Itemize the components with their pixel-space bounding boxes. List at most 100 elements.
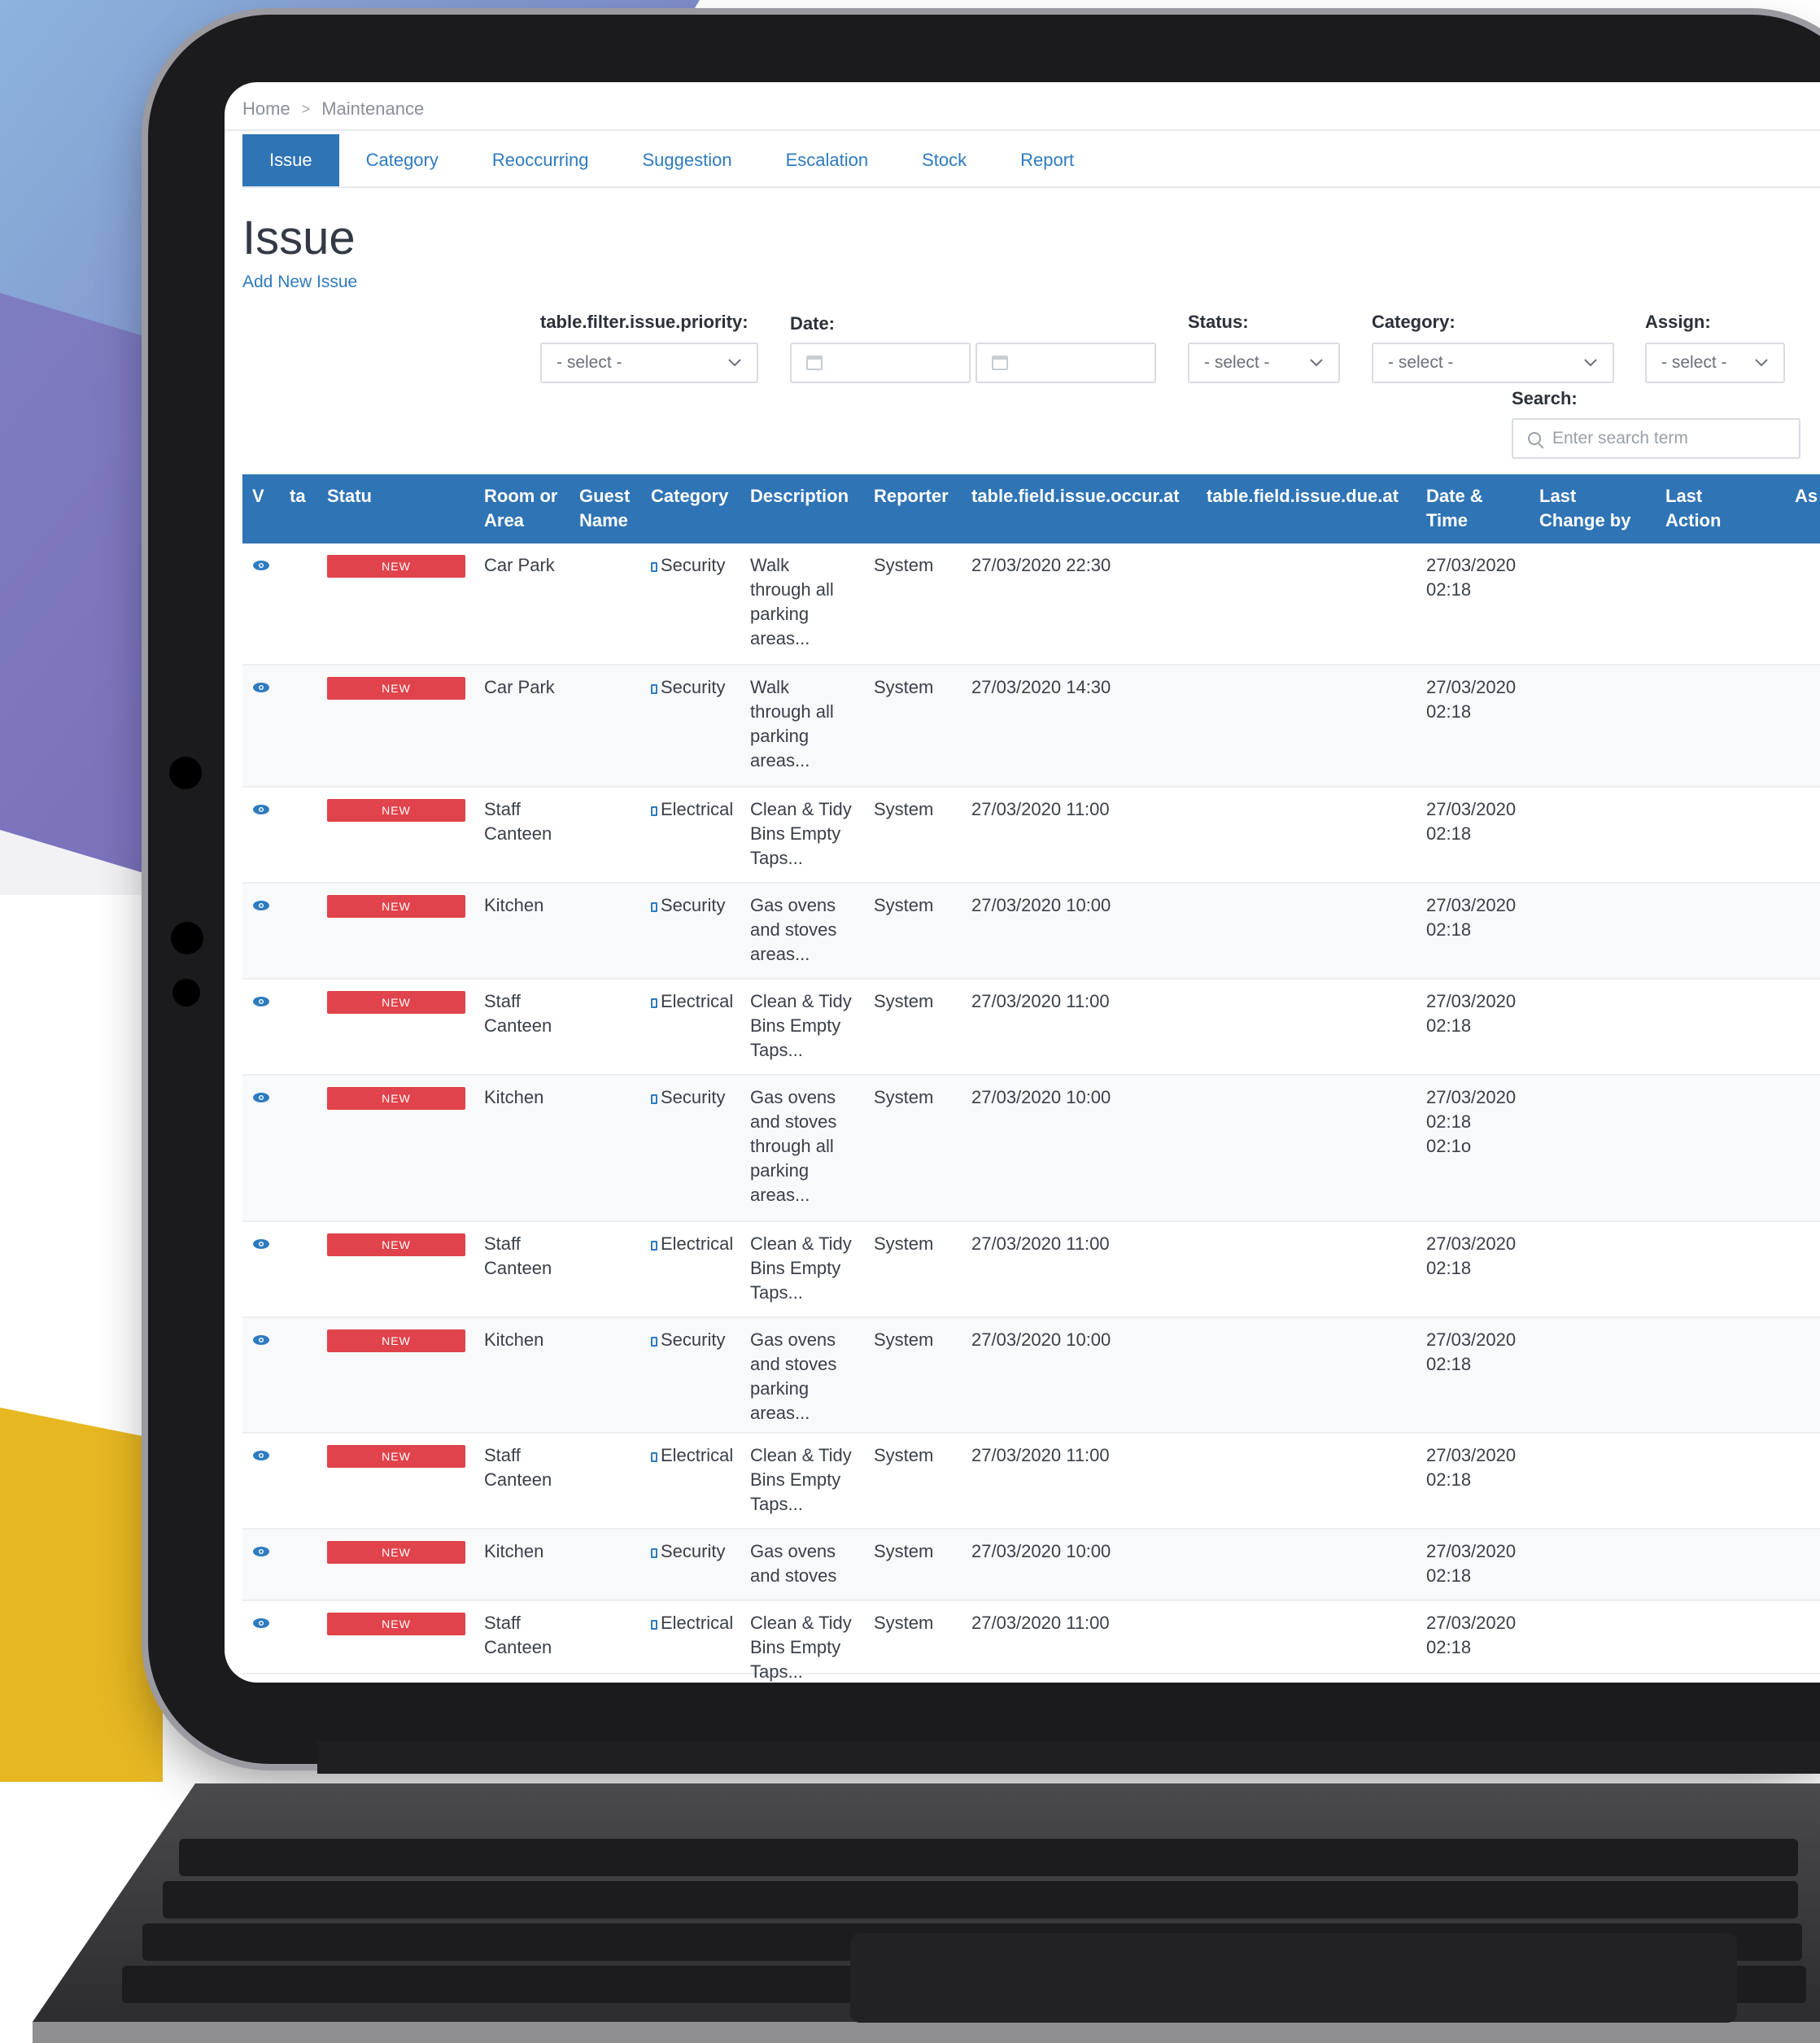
header-room[interactable]: Room or Area bbox=[484, 484, 557, 533]
header-last-action[interactable]: Last Action bbox=[1665, 484, 1721, 533]
table-row[interactable]: NEW Car Park Security Walk through all park… bbox=[242, 543, 1820, 666]
reporter-cell: System bbox=[874, 1233, 934, 1254]
status-badge: NEW bbox=[327, 555, 465, 578]
description-cell: Clean & Tidy Bins Empty Taps... bbox=[750, 799, 852, 868]
eye-icon[interactable] bbox=[252, 1238, 270, 1250]
header-assign[interactable]: As bbox=[1795, 484, 1818, 509]
category-cell: Security bbox=[651, 893, 742, 918]
reporter-cell: System bbox=[874, 895, 934, 915]
search-icon bbox=[1528, 432, 1541, 445]
datetime-cell: 27/03/2020 02:18 02:1o bbox=[1426, 1087, 1517, 1156]
category-cell: Security bbox=[651, 1539, 742, 1564]
eye-icon[interactable] bbox=[252, 1546, 270, 1557]
table-row[interactable]: NEW Kitchen Security Gas ovens and stoves Sy… bbox=[242, 1530, 1820, 1601]
category-icon bbox=[651, 806, 657, 816]
header-occur-at[interactable]: table.field.issue.occur.at bbox=[971, 484, 1180, 509]
room-cell: Staff Canteen bbox=[484, 991, 552, 1036]
table-row[interactable]: NEW Kitchen Security Gas ovens and stoves a… bbox=[242, 884, 1820, 980]
reporter-cell: System bbox=[874, 1613, 934, 1633]
camera-dot bbox=[169, 757, 202, 789]
header-reporter[interactable]: Reporter bbox=[874, 484, 949, 509]
category-icon bbox=[651, 998, 657, 1008]
eye-icon[interactable] bbox=[252, 996, 270, 1007]
eye-icon[interactable] bbox=[252, 682, 270, 693]
table-row[interactable]: NEW Staff Canteen Electrical Clean & Tidy B… bbox=[242, 788, 1820, 884]
category-icon bbox=[651, 1337, 657, 1347]
header-datetime[interactable]: Date & Time bbox=[1426, 484, 1483, 533]
tab-reoccurring[interactable]: Reoccurring bbox=[465, 134, 616, 186]
priority-select[interactable]: - select - bbox=[540, 343, 758, 383]
chevron-down-icon bbox=[1310, 359, 1323, 367]
occur-at-cell: 27/03/2020 10:00 bbox=[971, 1329, 1111, 1350]
table-row[interactable]: NEW Staff Canteen Electrical Clean & Tidy B… bbox=[242, 1222, 1820, 1318]
reporter-cell: System bbox=[874, 991, 934, 1011]
chevron-down-icon bbox=[1755, 359, 1768, 367]
table-row[interactable]: NEW Kitchen Security Gas ovens and stoves t… bbox=[242, 1076, 1820, 1222]
description-cell: Gas ovens and stoves bbox=[750, 1541, 837, 1586]
keyboard-graphic bbox=[33, 1741, 1820, 2043]
header-category[interactable]: Category bbox=[651, 484, 728, 509]
header-v[interactable]: V bbox=[252, 484, 264, 509]
priority-filter-label: table.filter.issue.priority: bbox=[540, 312, 749, 332]
breadcrumb-home[interactable]: Home bbox=[242, 98, 290, 120]
eye-icon[interactable] bbox=[252, 1450, 270, 1461]
header-last-change[interactable]: Last Change by bbox=[1539, 484, 1630, 533]
room-cell: Staff Canteen bbox=[484, 1613, 552, 1657]
search-label: Search: bbox=[1512, 388, 1578, 408]
room-cell: Kitchen bbox=[484, 1329, 544, 1350]
datetime-cell: 27/03/2020 02:18 bbox=[1426, 1445, 1517, 1490]
date-to-input[interactable] bbox=[975, 343, 1156, 383]
eye-icon[interactable] bbox=[252, 900, 270, 911]
assign-select[interactable]: - select - bbox=[1645, 343, 1785, 383]
tab-category[interactable]: Category bbox=[339, 134, 465, 186]
tab-issue[interactable]: Issue bbox=[242, 134, 339, 186]
category-cell: Electrical bbox=[651, 797, 742, 822]
reporter-cell: System bbox=[874, 555, 934, 575]
header-ta[interactable]: ta bbox=[290, 484, 306, 509]
category-label: Electrical bbox=[661, 1445, 734, 1465]
category-label: Security bbox=[661, 1541, 726, 1561]
header-guest[interactable]: Guest Name bbox=[579, 484, 630, 533]
description-cell: Gas ovens and stoves through all parking… bbox=[750, 1087, 837, 1205]
header-description[interactable]: Description bbox=[750, 484, 849, 509]
header-divider bbox=[225, 129, 1820, 131]
tab-report[interactable]: Report bbox=[993, 134, 1101, 186]
category-select[interactable]: - select - bbox=[1372, 343, 1614, 383]
table-row[interactable]: NEW Car Park Security Walk through all park… bbox=[242, 666, 1820, 788]
table-row[interactable]: NEW Staff Canteen Electrical Clean & Tidy B… bbox=[242, 980, 1820, 1076]
table-header: V ta Statu Room or Area Guest Name Categ… bbox=[242, 474, 1820, 543]
category-cell: Electrical bbox=[651, 1443, 742, 1468]
chevron-down-icon bbox=[1584, 359, 1597, 367]
table-row[interactable]: NEW Staff Canteen Electrical Clean & Tidy B… bbox=[242, 1601, 1820, 1682]
header-status[interactable]: Statu bbox=[327, 484, 372, 509]
table-row[interactable]: NEW Kitchen Security Gas ovens and stoves p… bbox=[242, 1318, 1820, 1434]
tab-escalation[interactable]: Escalation bbox=[759, 134, 896, 186]
eye-icon[interactable] bbox=[252, 1334, 270, 1346]
category-label: Security bbox=[661, 555, 726, 575]
category-icon bbox=[651, 1548, 657, 1558]
status-select[interactable]: - select - bbox=[1188, 343, 1340, 383]
eye-icon[interactable] bbox=[252, 804, 270, 815]
camera-dot bbox=[172, 979, 200, 1006]
category-label: Electrical bbox=[661, 799, 734, 819]
category-label: Electrical bbox=[661, 1613, 734, 1633]
eye-icon[interactable] bbox=[252, 560, 270, 571]
category-label: Security bbox=[661, 895, 726, 915]
category-label: Security bbox=[661, 1329, 726, 1350]
status-badge: NEW bbox=[327, 677, 465, 700]
add-new-issue-link[interactable]: Add New Issue bbox=[242, 273, 357, 292]
table-row[interactable]: NEW Staff Canteen Electrical Clean & Tidy B… bbox=[242, 1434, 1820, 1530]
datetime-cell: 27/03/2020 02:18 bbox=[1426, 895, 1517, 940]
occur-at-cell: 27/03/2020 11:00 bbox=[971, 1445, 1110, 1465]
date-from-input[interactable] bbox=[790, 343, 971, 383]
tab-bar: Issue Category Reoccurring Suggestion Es… bbox=[242, 134, 1101, 186]
tab-stock[interactable]: Stock bbox=[895, 134, 993, 186]
category-label: Security bbox=[661, 677, 726, 697]
breadcrumb-separator: > bbox=[301, 100, 311, 117]
header-due-at[interactable]: table.field.issue.due.at bbox=[1207, 484, 1399, 509]
eye-icon[interactable] bbox=[252, 1617, 270, 1629]
eye-icon[interactable] bbox=[252, 1092, 270, 1103]
search-input[interactable]: Enter search term bbox=[1512, 418, 1800, 459]
category-icon bbox=[651, 1620, 657, 1630]
tab-suggestion[interactable]: Suggestion bbox=[615, 134, 758, 186]
